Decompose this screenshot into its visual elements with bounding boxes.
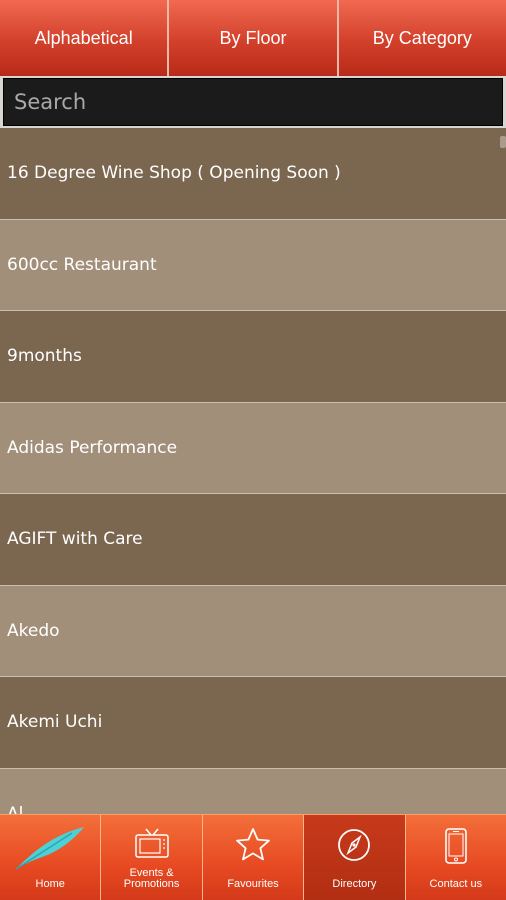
- scrollbar[interactable]: [500, 136, 506, 148]
- nav-home-label: Home: [35, 878, 65, 890]
- store-name: AGIFT with Care: [7, 529, 143, 550]
- search-input[interactable]: [3, 78, 503, 126]
- nav-home[interactable]: Home: [0, 815, 102, 900]
- feather-icon: [12, 825, 88, 875]
- list-item[interactable]: Akemi Uchi: [0, 677, 506, 769]
- list-item[interactable]: 9months: [0, 311, 506, 403]
- store-name: 16 Degree Wine Shop ( Opening Soon ): [7, 163, 341, 184]
- compass-icon: [336, 827, 372, 867]
- tab-by-category[interactable]: By Category: [339, 0, 506, 76]
- store-name: 600cc Restaurant: [7, 254, 157, 275]
- store-name: 9months: [7, 346, 82, 367]
- nav-events-promotions[interactable]: Events & Promotions: [101, 815, 203, 900]
- phone-icon: [444, 827, 468, 869]
- list-item[interactable]: Al...: [0, 768, 506, 814]
- tv-icon: [134, 827, 170, 863]
- nav-directory[interactable]: Directory: [304, 815, 406, 900]
- bottom-nav: Home Events & Promotions Favourites Dire…: [0, 814, 506, 900]
- store-name: Adidas Performance: [7, 437, 178, 458]
- store-list[interactable]: 16 Degree Wine Shop ( Opening Soon ) 600…: [0, 128, 506, 814]
- nav-contact-label: Contact us: [429, 878, 483, 890]
- nav-favourites[interactable]: Favourites: [203, 815, 305, 900]
- list-item[interactable]: Adidas Performance: [0, 402, 506, 494]
- store-name: Al...: [7, 803, 40, 814]
- nav-favourites-label: Favourites: [227, 878, 279, 890]
- store-name: Akemi Uchi: [7, 712, 103, 733]
- store-name: Akedo: [7, 620, 60, 641]
- tab-alphabetical[interactable]: Alphabetical: [0, 0, 170, 76]
- list-item[interactable]: 16 Degree Wine Shop ( Opening Soon ): [0, 128, 506, 220]
- nav-contact-us[interactable]: Contact us: [406, 815, 506, 900]
- nav-events-label: Events & Promotions: [123, 867, 180, 890]
- tab-by-floor[interactable]: By Floor: [169, 0, 339, 76]
- list-item[interactable]: Akedo: [0, 585, 506, 677]
- star-icon: [235, 827, 271, 865]
- tab-bar: Alphabetical By Floor By Category: [0, 0, 506, 76]
- nav-directory-label: Directory: [332, 878, 377, 890]
- search-bar: [0, 76, 506, 128]
- list-item[interactable]: 600cc Restaurant: [0, 219, 506, 311]
- list-item[interactable]: AGIFT with Care: [0, 494, 506, 586]
